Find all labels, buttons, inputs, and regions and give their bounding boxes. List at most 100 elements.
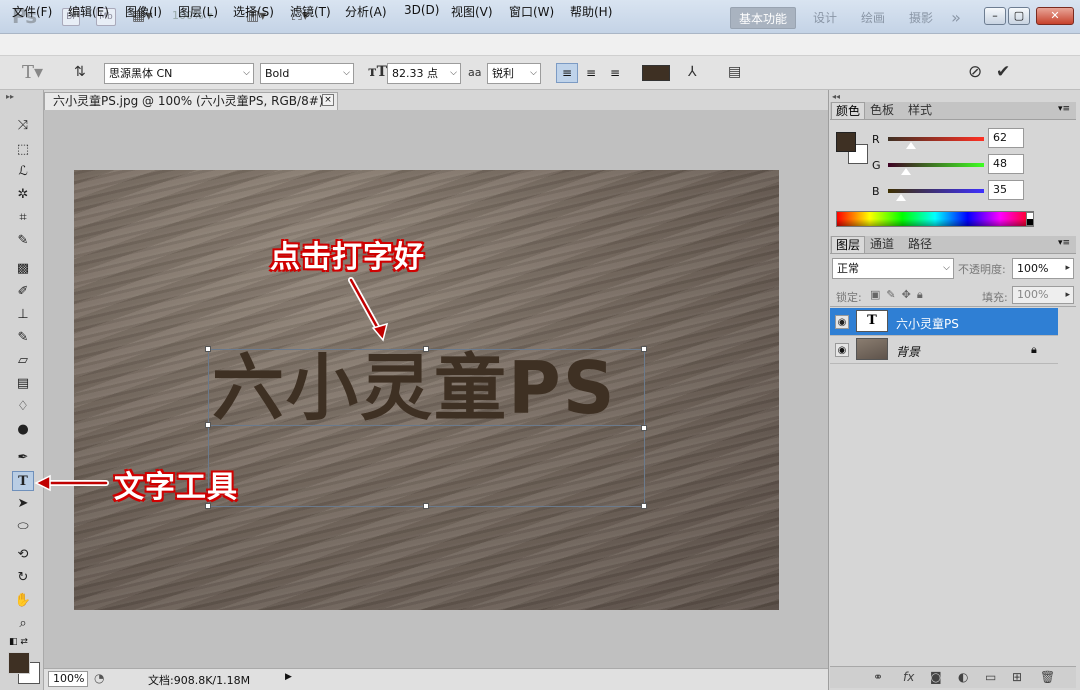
tab-paths[interactable]: 路径 <box>904 236 936 253</box>
visibility-eye-icon[interactable]: ◉ <box>835 315 849 329</box>
tab-styles[interactable]: 样式 <box>904 102 936 119</box>
menu-image[interactable]: 图像(I) <box>125 3 162 20</box>
panel-menu-icon[interactable]: ▾≡ <box>1058 104 1070 114</box>
menu-file[interactable]: 文件(F) <box>12 3 52 20</box>
menu-window[interactable]: 窗口(W) <box>509 3 554 20</box>
ellipse-tool-icon[interactable]: ⬭ <box>12 517 34 537</box>
maximize-icon[interactable]: ▢ <box>1008 7 1030 25</box>
eraser-tool-icon[interactable]: ▱ <box>12 351 34 371</box>
close-icon[interactable]: × <box>322 94 334 106</box>
transform-handle[interactable] <box>641 425 647 431</box>
history-brush-tool-icon[interactable]: ✎ <box>12 328 34 348</box>
opacity-input[interactable]: 100% ▸ <box>1012 258 1074 279</box>
lock-options-icon[interactable]: ▣✎✥🔒︎ <box>870 288 929 302</box>
blend-mode-select[interactable]: 正常 ⌵ <box>832 258 954 279</box>
lasso-tool-icon[interactable]: ℒ <box>12 162 34 182</box>
text-orientation-icon[interactable]: ⇅ <box>74 64 86 80</box>
color-spectrum-bar[interactable] <box>836 211 1034 227</box>
zoom-tool-icon[interactable]: ⌕ <box>12 614 34 634</box>
foreground-color-swatch[interactable] <box>8 652 30 674</box>
transform-handle[interactable] <box>205 346 211 352</box>
font-family-select[interactable]: 思源黑体 CN ⌵ <box>104 63 254 84</box>
channel-g-slider[interactable] <box>888 163 984 167</box>
3d-orbit-tool-icon[interactable]: ↻ <box>12 568 34 588</box>
crop-tool-icon[interactable]: ⌗ <box>12 208 34 228</box>
menu-select[interactable]: 选择(S) <box>233 3 274 20</box>
marquee-tool-icon[interactable]: ⬚ <box>12 140 34 160</box>
font-style-select[interactable]: Bold ⌵ <box>260 63 354 84</box>
commit-edit-icon[interactable]: ✔ <box>996 62 1010 82</box>
align-left-icon[interactable]: ≡ <box>556 63 578 83</box>
channel-g-thumb[interactable] <box>901 168 912 175</box>
layer-name-text[interactable]: 六小灵童PS <box>896 315 959 332</box>
tab-channels[interactable]: 通道 <box>866 236 898 253</box>
gradient-tool-icon[interactable]: ▤ <box>12 374 34 394</box>
menu-help[interactable]: 帮助(H) <box>570 3 612 20</box>
document-tab[interactable]: 六小灵童PS.jpg @ 100% (六小灵童PS, RGB/8#) * <box>44 92 338 110</box>
font-size-input[interactable]: 82.33 点 ⌵ <box>387 63 461 84</box>
visibility-eye-icon[interactable]: ◉ <box>835 343 849 357</box>
status-info-icon[interactable]: ◔ <box>94 671 104 685</box>
transform-handle[interactable] <box>641 503 647 509</box>
delete-layer-icon[interactable]: 🗑︎ <box>1040 670 1055 684</box>
channel-r-slider[interactable] <box>888 137 984 141</box>
tool-preset-icon[interactable]: T▾ <box>22 62 43 83</box>
tab-layers[interactable]: 图层 <box>831 236 866 253</box>
channel-r-input[interactable]: 62 <box>988 128 1024 148</box>
tab-color[interactable]: 颜色 <box>831 102 866 119</box>
workspace-design[interactable]: 设计 <box>810 7 840 29</box>
workspace-painting[interactable]: 绘画 <box>858 7 888 29</box>
pen-tool-icon[interactable]: ✒ <box>12 448 34 468</box>
cancel-edit-icon[interactable]: ⊘ <box>968 62 982 82</box>
collapse-panels-icon[interactable]: ◂◂ <box>832 92 840 101</box>
transform-handle[interactable] <box>423 503 429 509</box>
black-white-swatch[interactable] <box>1026 212 1034 226</box>
path-selection-tool-icon[interactable]: ➤ <box>12 494 34 514</box>
menu-edit[interactable]: 编辑(E) <box>68 3 109 20</box>
spot-healing-tool-icon[interactable]: ▩ <box>12 259 34 279</box>
link-layers-icon[interactable]: ⚭ <box>873 670 883 684</box>
status-zoom-input[interactable]: 100% <box>48 671 88 687</box>
warp-text-icon[interactable]: ⅄ <box>688 64 697 80</box>
fill-input[interactable]: 100% ▸ <box>1012 286 1074 304</box>
character-panel-icon[interactable]: ▤ <box>728 64 741 80</box>
add-mask-icon[interactable]: ◙ <box>930 670 942 684</box>
collapse-icon[interactable]: ▸▸ <box>6 92 14 101</box>
more-workspaces-icon[interactable]: » <box>946 7 966 29</box>
status-menu-arrow-icon[interactable]: ▶ <box>285 672 292 682</box>
move-tool-icon[interactable]: ⤨ <box>12 116 34 136</box>
new-group-icon[interactable]: ▭ <box>985 670 996 684</box>
transform-handle[interactable] <box>641 346 647 352</box>
menu-filter[interactable]: 滤镜(T) <box>290 3 331 20</box>
transform-handle[interactable] <box>205 422 211 428</box>
hand-tool-icon[interactable]: ✋ <box>12 591 34 611</box>
menu-3d[interactable]: 3D(D) <box>404 3 439 17</box>
default-colors-icon[interactable]: ◧ ⇄ <box>9 637 28 647</box>
channel-b-thumb[interactable] <box>896 194 907 201</box>
align-center-icon[interactable]: ≡ <box>580 63 602 83</box>
workspace-photography[interactable]: 摄影 <box>906 7 936 29</box>
3d-rotate-tool-icon[interactable]: ⟲ <box>12 545 34 565</box>
channel-r-thumb[interactable] <box>906 142 917 149</box>
menu-view[interactable]: 视图(V) <box>451 3 493 20</box>
channel-b-slider[interactable] <box>888 189 984 193</box>
tab-swatches[interactable]: 色板 <box>866 102 898 119</box>
transform-handle[interactable] <box>423 346 429 352</box>
minimize-icon[interactable]: – <box>984 7 1006 25</box>
fx-icon[interactable]: fx <box>903 670 914 684</box>
dodge-tool-icon[interactable]: ● <box>12 420 34 440</box>
text-color-swatch[interactable] <box>642 65 670 81</box>
channel-b-input[interactable]: 35 <box>988 180 1024 200</box>
layer-name-background[interactable]: 背景 <box>896 343 920 360</box>
close-window-icon[interactable]: ✕ <box>1036 7 1074 25</box>
channel-g-input[interactable]: 48 <box>988 154 1024 174</box>
layers-menu-icon[interactable]: ▾≡ <box>1058 238 1070 248</box>
align-right-icon[interactable]: ≡ <box>604 63 626 83</box>
menu-analysis[interactable]: 分析(A) <box>345 3 387 20</box>
quick-select-tool-icon[interactable]: ✲ <box>12 185 34 205</box>
workspace-essentials[interactable]: 基本功能 <box>730 7 796 29</box>
antialias-select[interactable]: 锐利 ⌵ <box>487 63 541 84</box>
clone-stamp-tool-icon[interactable]: ⊥ <box>12 305 34 325</box>
brush-tool-icon[interactable]: ✐ <box>12 282 34 302</box>
color-fg-swatch[interactable] <box>836 132 856 152</box>
